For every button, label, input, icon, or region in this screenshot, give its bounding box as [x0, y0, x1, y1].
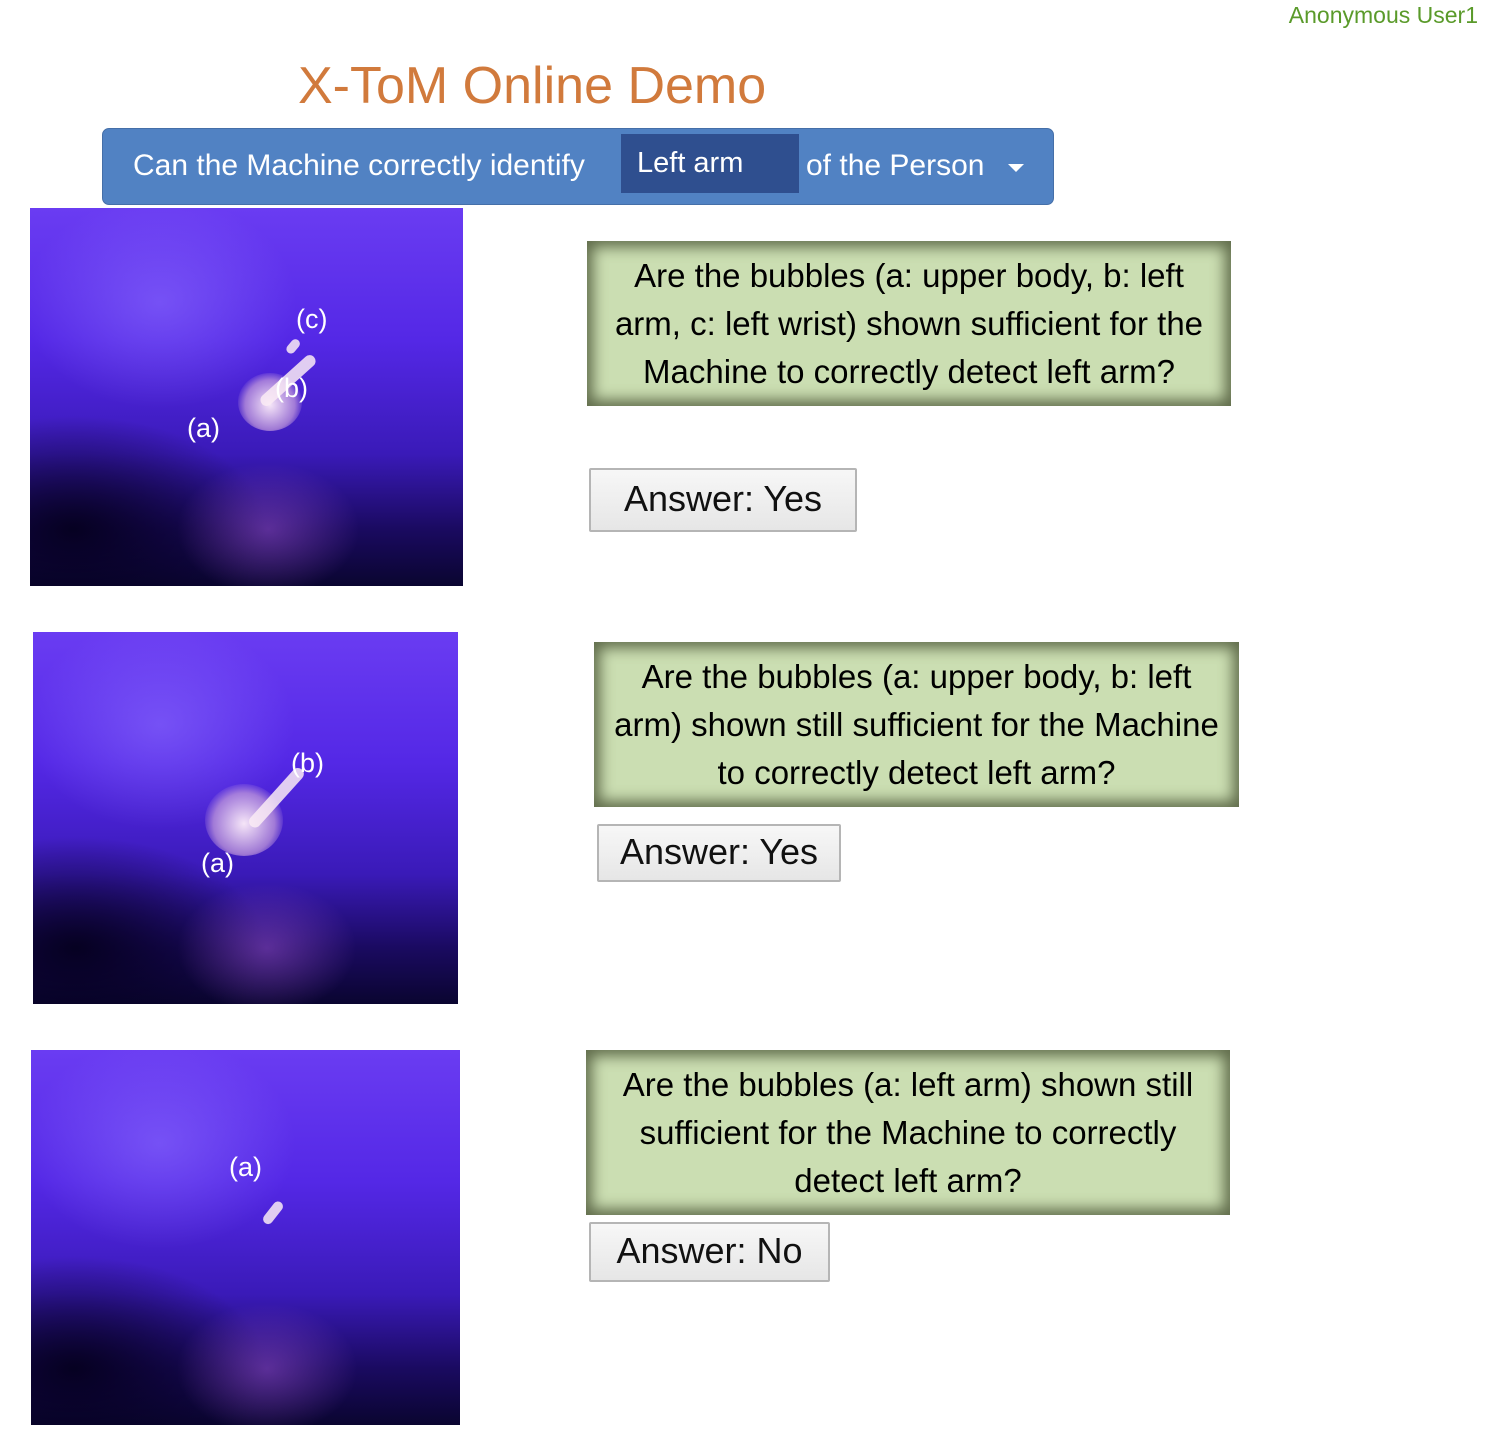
answer-button-2[interactable]: Answer: Yes: [597, 824, 841, 882]
query-bar: Can the Machine correctly identify Left …: [102, 128, 1054, 205]
bubble-left-wrist: [284, 337, 302, 356]
bubble-label-c: (c): [296, 304, 328, 334]
question-box-3: Are the bubbles (a: left arm) shown stil…: [586, 1050, 1230, 1215]
bubble-label-b: (b): [291, 748, 324, 778]
page-title: X-ToM Online Demo: [298, 57, 767, 115]
answer-button-1[interactable]: Answer: Yes: [589, 468, 857, 532]
query-prefix: Can the Machine correctly identify: [133, 149, 585, 182]
bubble-label-b: (b): [275, 373, 308, 403]
question-text-1: Are the bubbles (a: upper body, b: left …: [614, 256, 1204, 390]
question-box-2: Are the bubbles (a: upper body, b: left …: [594, 642, 1239, 807]
bubble-left-arm: [261, 1199, 285, 1227]
result-image-2: (b) (a): [33, 632, 458, 1004]
question-box-1: Are the bubbles (a: upper body, b: left …: [587, 241, 1231, 406]
result-image-3: (a): [31, 1050, 460, 1425]
bubble-label-a: (a): [187, 413, 220, 443]
answer-button-3[interactable]: Answer: No: [589, 1222, 830, 1282]
bubble-label-a: (a): [229, 1152, 262, 1182]
question-text-2: Are the bubbles (a: upper body, b: left …: [614, 657, 1219, 791]
bubble-label-a: (a): [201, 848, 234, 878]
result-image-1: (c) (b) (a): [30, 208, 463, 586]
question-text-3: Are the bubbles (a: left arm) shown stil…: [622, 1065, 1194, 1199]
caret-down-icon[interactable]: [1008, 164, 1024, 172]
user-name[interactable]: Anonymous User1: [1289, 2, 1478, 29]
part-select[interactable]: Left arm: [621, 134, 799, 193]
query-suffix-dropdown[interactable]: of the Person: [806, 149, 984, 183]
